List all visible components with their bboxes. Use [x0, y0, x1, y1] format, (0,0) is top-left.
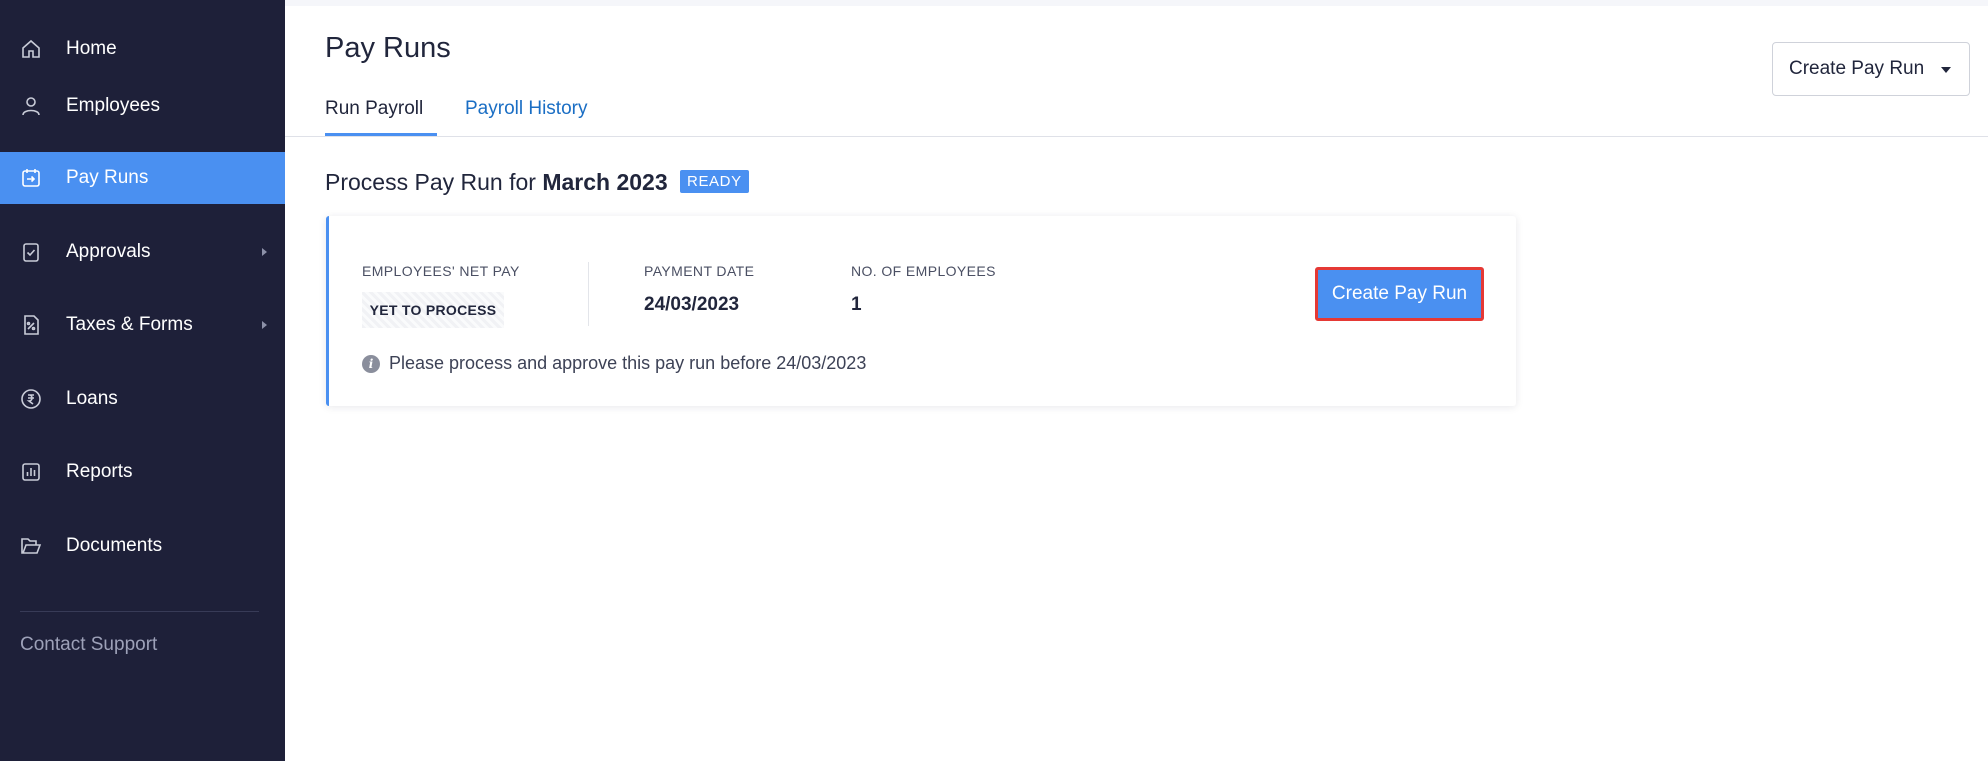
card-divider	[588, 262, 589, 326]
status-badge: READY	[680, 170, 749, 194]
rupee-icon	[20, 388, 42, 410]
caret-down-icon	[1941, 67, 1951, 73]
reports-icon	[20, 461, 42, 483]
sidebar-item-label: Documents	[66, 535, 163, 556]
sidebar-item-label: Reports	[66, 461, 133, 482]
sidebar-item-documents[interactable]: Documents	[0, 520, 285, 572]
sidebar-item-reports[interactable]: Reports	[0, 446, 285, 498]
section-title-prefix: Process Pay Run for	[325, 169, 536, 195]
home-icon	[20, 38, 42, 60]
sidebar-item-label: Home	[66, 38, 117, 59]
create-pay-run-button[interactable]: Create Pay Run	[1315, 267, 1484, 321]
submenu-arrow-icon	[262, 321, 267, 329]
sidebar-item-pay-runs[interactable]: Pay Runs	[0, 152, 285, 204]
approval-note: i Please process and approve this pay ru…	[362, 353, 866, 374]
submenu-arrow-icon	[262, 248, 267, 256]
sidebar-item-taxes-forms[interactable]: Taxes & Forms	[0, 299, 285, 351]
sidebar-item-loans[interactable]: Loans	[0, 373, 285, 425]
payment-date-label: PAYMENT DATE	[644, 263, 755, 279]
sidebar-item-label: Employees	[66, 95, 160, 116]
sidebar-item-employees[interactable]: Employees	[0, 80, 285, 132]
sidebar-item-home[interactable]: Home	[0, 23, 285, 75]
sidebar-item-label: Approvals	[66, 241, 151, 262]
section-title: Process Pay Run for March 2023 READY	[325, 169, 749, 196]
create-pay-run-dropdown-button[interactable]: Create Pay Run	[1772, 42, 1970, 96]
sidebar-item-approvals[interactable]: Approvals	[0, 226, 285, 278]
sidebar-item-label: Pay Runs	[66, 167, 149, 188]
employees-count-label: NO. OF EMPLOYEES	[851, 263, 996, 279]
sidebar-item-label: Taxes & Forms	[66, 314, 193, 335]
net-pay-label: EMPLOYEES' NET PAY	[362, 263, 520, 279]
info-icon: i	[362, 354, 380, 373]
page-title: Pay Runs	[325, 32, 451, 64]
tab-run-payroll[interactable]: Run Payroll	[325, 98, 423, 120]
approval-icon	[20, 241, 42, 263]
net-pay-status: YET TO PROCESS	[362, 292, 504, 328]
tab-payroll-history[interactable]: Payroll History	[465, 98, 587, 120]
top-strip	[285, 0, 1988, 6]
employees-count-value: 1	[851, 294, 862, 315]
sidebar: Home Employees Pay Runs Approvals Taxes …	[0, 0, 285, 761]
folder-icon	[20, 535, 42, 557]
pay-run-month: March 2023	[542, 169, 668, 195]
tabs-divider	[285, 136, 1988, 137]
sidebar-item-label: Loans	[66, 388, 118, 409]
pay-run-card: EMPLOYEES' NET PAY YET TO PROCESS PAYMEN…	[326, 216, 1516, 406]
user-icon	[20, 95, 42, 117]
tax-form-icon	[20, 314, 42, 336]
sidebar-divider	[20, 611, 259, 612]
payment-date-value: 24/03/2023	[644, 294, 740, 315]
approval-note-text: Please process and approve this pay run …	[389, 353, 867, 373]
contact-support-link[interactable]: Contact Support	[20, 634, 157, 656]
create-pay-run-label: Create Pay Run	[1789, 58, 1925, 79]
payrun-icon	[20, 167, 42, 189]
